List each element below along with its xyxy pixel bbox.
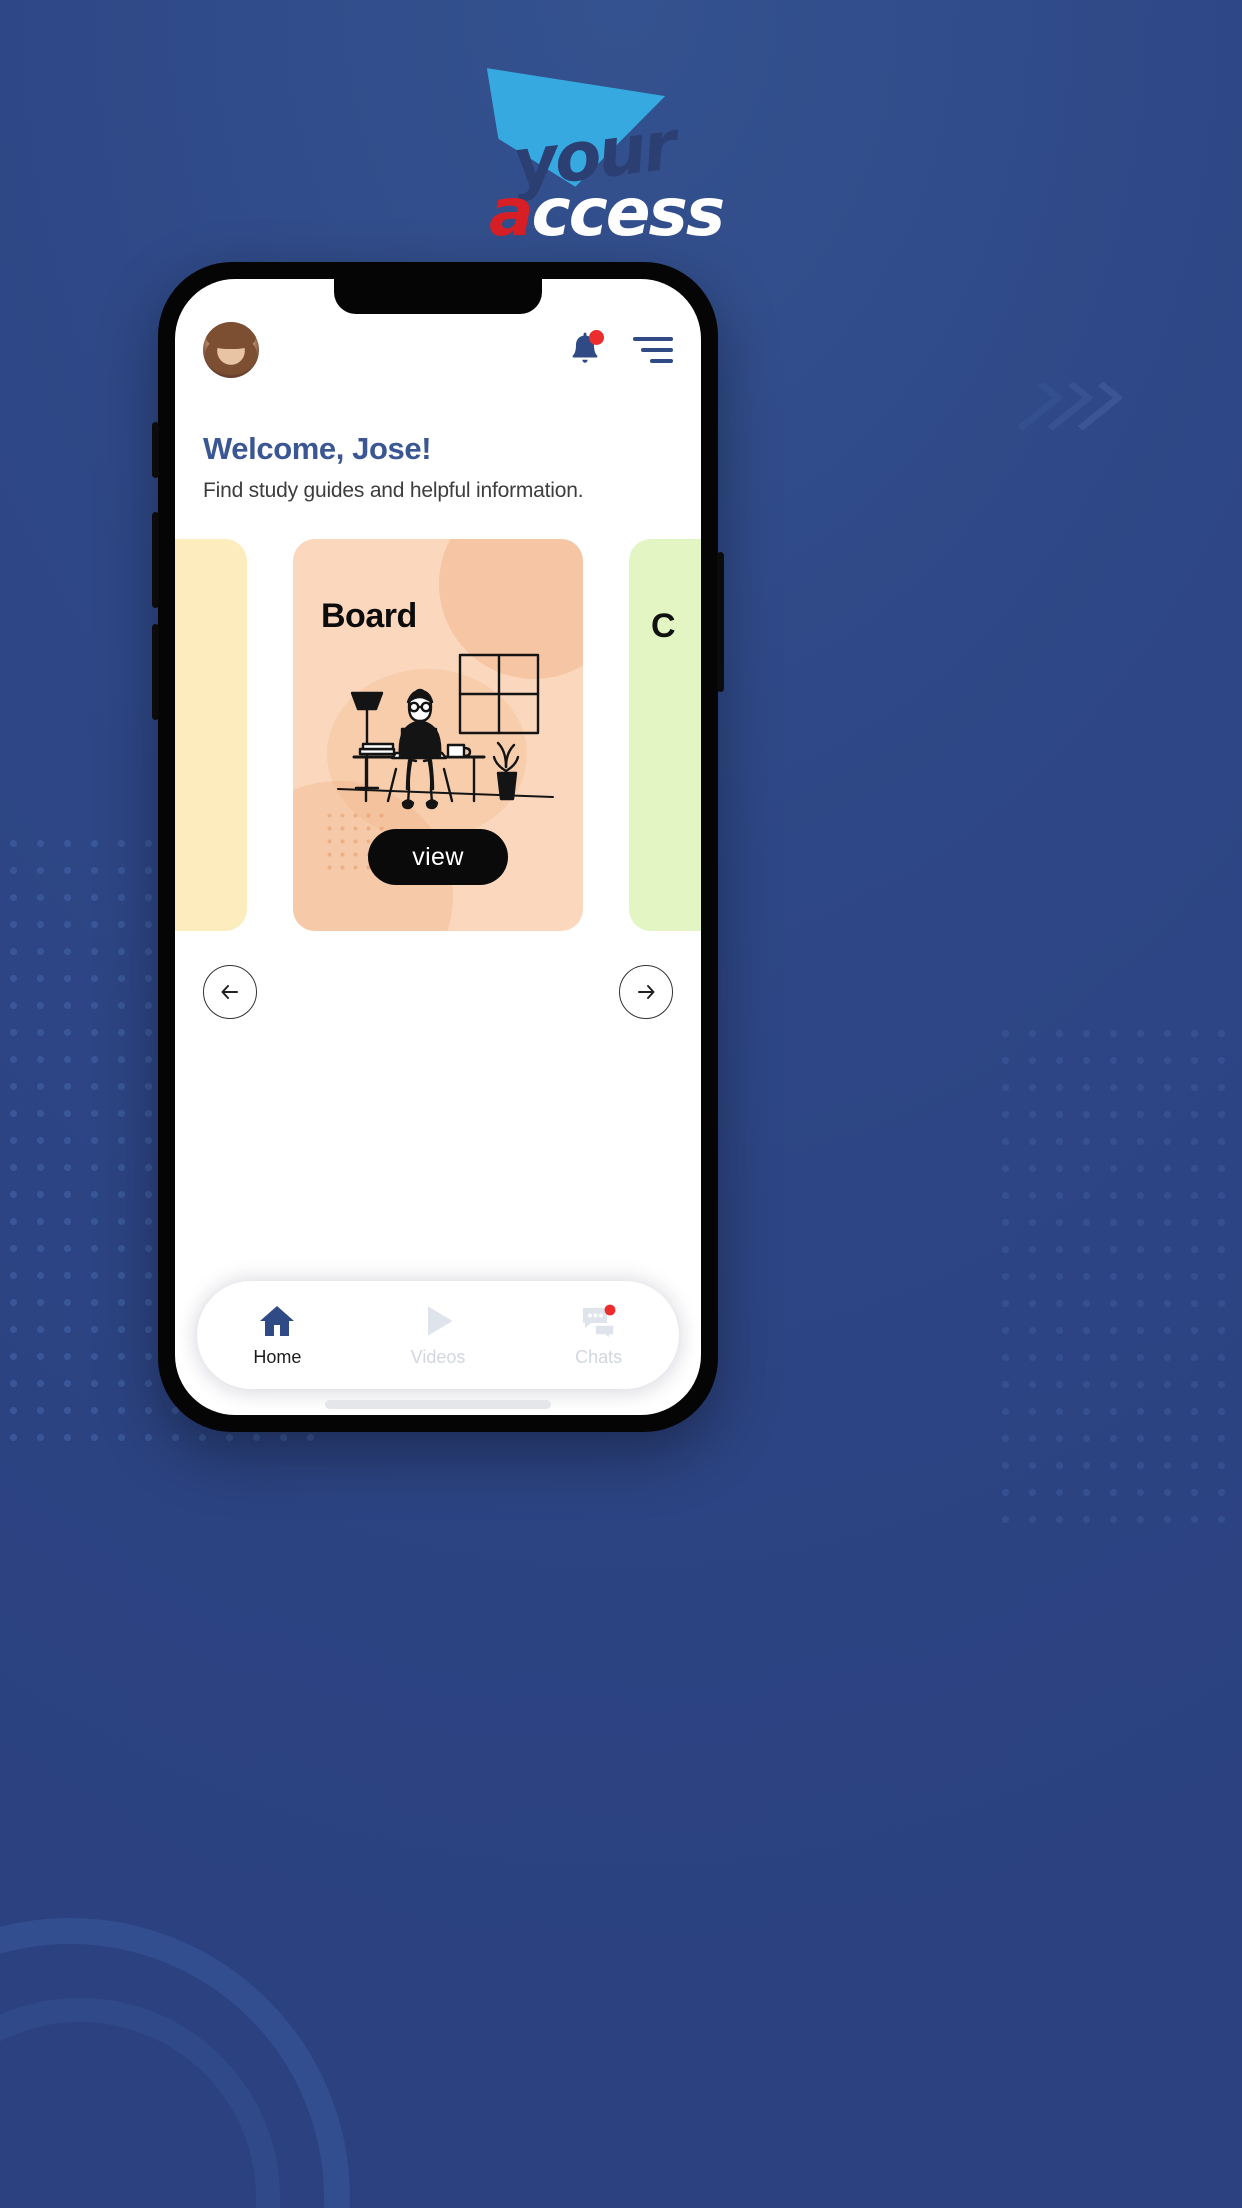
brand-logo: your access	[0, 44, 1242, 251]
notification-badge-dot	[589, 330, 604, 345]
app-header-actions	[569, 330, 673, 368]
page-subtitle: Find study guides and helpful informatio…	[203, 479, 584, 502]
bottom-navigation-bar: Home Videos Chats	[197, 1281, 679, 1389]
card-carousel: C Board view	[175, 539, 701, 939]
nav-item-videos[interactable]: Videos	[358, 1303, 519, 1368]
phone-volume-down-button[interactable]	[152, 624, 159, 720]
phone-volume-up-button[interactable]	[152, 512, 159, 608]
woman-working-at-desk-illustration	[337, 653, 554, 810]
play-icon	[419, 1303, 457, 1339]
phone-power-button[interactable]	[717, 552, 724, 692]
background-dot-pattern-right	[992, 1020, 1242, 1540]
nav-item-videos-label: Videos	[410, 1346, 466, 1367]
carousel-card-next-title: C	[651, 607, 676, 645]
nav-item-chats-label: Chats	[575, 1346, 623, 1367]
chat-icon	[580, 1303, 618, 1341]
carousel-nav	[203, 965, 673, 1019]
phone-mockup: Welcome, Jose! Find study guides and hel…	[152, 262, 724, 1432]
chevron-right-icon	[1002, 380, 1124, 432]
carousel-card-title: Board	[321, 597, 417, 635]
logo-word-access: access	[489, 174, 726, 251]
nav-item-home-label: Home	[253, 1346, 302, 1367]
avatar-hair	[205, 335, 257, 376]
carousel-card-previous[interactable]	[175, 539, 247, 931]
view-button[interactable]: view	[368, 829, 508, 885]
arrow-left-icon[interactable]	[203, 965, 257, 1019]
greeting-section: Welcome, Jose! Find study guides and hel…	[203, 431, 673, 503]
nav-item-chats[interactable]: Chats	[518, 1303, 679, 1368]
page-title: Welcome, Jose!	[203, 431, 432, 466]
carousel-card-next[interactable]: C	[629, 539, 701, 931]
phone-mute-button[interactable]	[152, 422, 159, 478]
phone-screen: Welcome, Jose! Find study guides and hel…	[175, 279, 701, 1415]
nav-item-home[interactable]: Home	[197, 1303, 358, 1368]
screenshot-root: your access Welcome, Jose! Find study gu…	[0, 0, 1242, 2208]
arrow-right-icon[interactable]	[619, 965, 673, 1019]
avatar[interactable]	[203, 322, 259, 378]
carousel-card-active[interactable]: Board view	[293, 539, 583, 931]
hamburger-menu-icon[interactable]	[633, 337, 673, 363]
logo-letter-a: a	[489, 174, 534, 251]
notification-bell-button[interactable]	[569, 330, 604, 368]
phone-notch	[334, 279, 542, 314]
home-indicator	[325, 1400, 551, 1409]
home-icon	[258, 1303, 296, 1339]
logo-letters-ccess: ccess	[531, 174, 726, 251]
